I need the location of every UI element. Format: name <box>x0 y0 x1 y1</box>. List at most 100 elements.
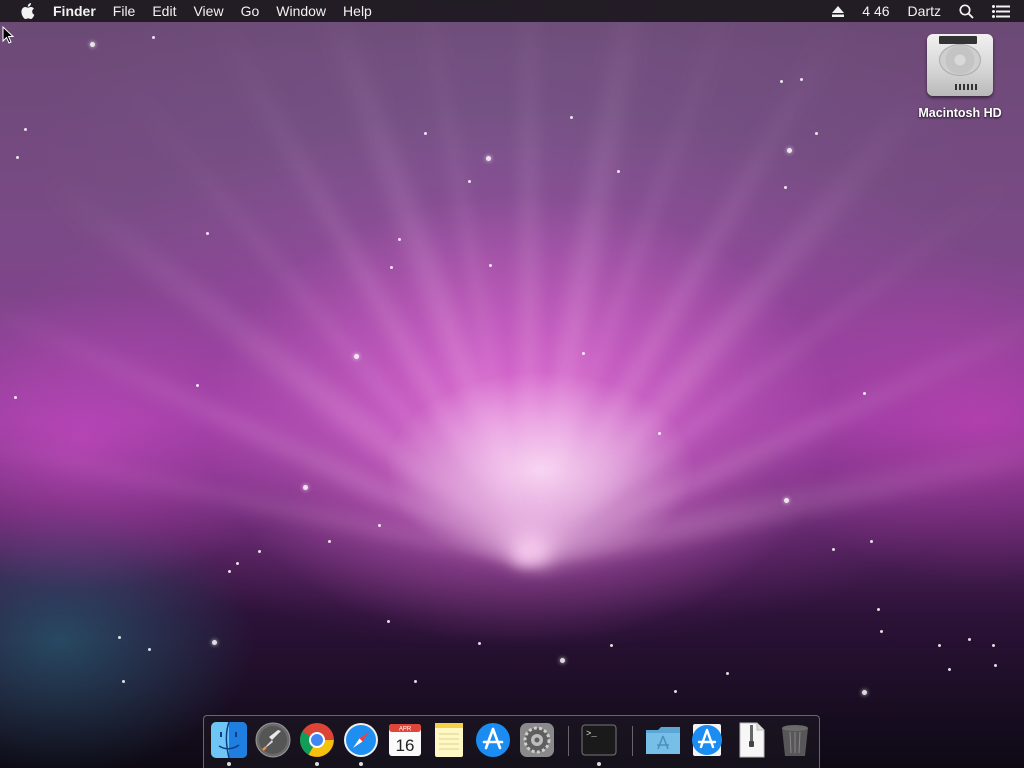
desktop-wallpaper <box>0 0 1024 768</box>
dock-item-safari[interactable] <box>342 721 380 766</box>
star-dot <box>390 266 393 269</box>
star-dot <box>570 116 573 119</box>
dock: APR 16 >_ <box>203 715 820 768</box>
menu-edit[interactable]: Edit <box>152 3 176 19</box>
star-dot <box>378 524 381 527</box>
star-dot <box>800 78 803 81</box>
star-dot <box>815 132 818 135</box>
menu-app-name[interactable]: Finder <box>53 3 96 19</box>
running-indicator <box>359 762 363 766</box>
spotlight-search-icon[interactable] <box>959 3 974 19</box>
star-dot <box>14 396 17 399</box>
star-dot <box>617 170 620 173</box>
dock-item-launchpad[interactable] <box>254 721 292 759</box>
star-dot <box>610 644 613 647</box>
star-dot <box>938 644 941 647</box>
running-indicator <box>227 762 231 766</box>
calendar-day: 16 <box>396 736 415 755</box>
star-dot <box>992 644 995 647</box>
star-dot <box>414 680 417 683</box>
menu-view[interactable]: View <box>193 3 223 19</box>
star-dot <box>122 680 125 683</box>
dock-item-calendar[interactable]: APR 16 <box>386 721 424 759</box>
star-dot <box>726 672 729 675</box>
star-dot <box>862 690 867 695</box>
trash-icon <box>782 725 808 756</box>
menu-go[interactable]: Go <box>241 3 260 19</box>
star-dot <box>148 648 151 651</box>
star-dot <box>658 432 661 435</box>
star-dot <box>560 658 565 663</box>
mouse-pointer-icon <box>2 26 14 44</box>
star-dot <box>90 42 95 47</box>
notes-icon <box>435 723 463 757</box>
calendar-month: APR <box>399 727 412 733</box>
star-dot <box>870 540 873 543</box>
dock-item-app-store[interactable] <box>474 721 512 759</box>
menu-clock[interactable]: 4 46 <box>862 3 889 19</box>
notification-center-icon[interactable] <box>992 4 1010 18</box>
terminal-icon: >_ <box>581 724 617 756</box>
app-store-download-icon <box>692 724 722 756</box>
dock-item-notes[interactable] <box>430 721 468 759</box>
safari-compass-icon <box>344 723 378 757</box>
finder-icon <box>211 721 247 759</box>
star-dot <box>258 550 261 553</box>
chrome-icon <box>300 723 334 757</box>
star-dot <box>880 630 883 633</box>
star-dot <box>387 620 390 623</box>
zip-file-icon <box>739 722 765 758</box>
desktop-icon-label: Macintosh HD <box>918 106 1002 120</box>
star-dot <box>24 128 27 131</box>
dock-item-trash[interactable] <box>776 721 814 759</box>
star-dot <box>424 132 427 135</box>
star-dot <box>152 36 155 39</box>
star-dot <box>398 238 401 241</box>
dock-item-applications-folder[interactable] <box>644 721 682 759</box>
menu-user[interactable]: Dartz <box>908 3 941 19</box>
dock-item-chrome[interactable] <box>298 721 336 766</box>
star-dot <box>236 562 239 565</box>
star-dot <box>877 608 880 611</box>
dock-item-terminal[interactable]: >_ <box>580 721 618 766</box>
star-dot <box>787 148 792 153</box>
dock-item-archive[interactable] <box>732 721 770 759</box>
menu-extras: 4 46 Dartz <box>832 0 1024 22</box>
star-dot <box>994 664 997 667</box>
dock-item-downloads[interactable] <box>688 721 726 759</box>
dock-item-system-preferences[interactable] <box>518 721 556 759</box>
launchpad-rocket-icon <box>255 722 291 758</box>
menu-file[interactable]: File <box>113 3 136 19</box>
dock-separator <box>632 726 633 756</box>
calendar-icon: APR 16 <box>389 724 421 756</box>
star-dot <box>948 668 951 671</box>
star-dot <box>468 180 471 183</box>
star-dot <box>206 232 209 235</box>
dock-separator <box>568 726 569 756</box>
menu-bar: Finder File Edit View Go Window Help 4 4… <box>0 0 1024 22</box>
star-dot <box>674 690 677 693</box>
star-dot <box>486 156 491 161</box>
desktop-icon-macintosh-hd[interactable]: Macintosh HD <box>906 30 1014 120</box>
dock-item-finder[interactable] <box>210 721 248 766</box>
star-dot <box>212 640 217 645</box>
star-dot <box>863 392 866 395</box>
star-dot <box>303 485 308 490</box>
star-dot <box>354 354 359 359</box>
folder-icon <box>646 727 680 754</box>
star-dot <box>784 186 787 189</box>
star-dot <box>784 498 789 503</box>
star-dot <box>489 264 492 267</box>
hard-drive-icon <box>925 30 995 106</box>
star-dot <box>582 352 585 355</box>
star-dot <box>196 384 199 387</box>
star-dot <box>968 638 971 641</box>
star-dot <box>328 540 331 543</box>
gear-icon <box>520 723 554 757</box>
apple-logo-icon[interactable] <box>19 2 37 20</box>
menu-window[interactable]: Window <box>276 3 326 19</box>
star-dot <box>832 548 835 551</box>
star-dot <box>478 642 481 645</box>
eject-icon[interactable] <box>832 5 845 17</box>
menu-help[interactable]: Help <box>343 3 372 19</box>
